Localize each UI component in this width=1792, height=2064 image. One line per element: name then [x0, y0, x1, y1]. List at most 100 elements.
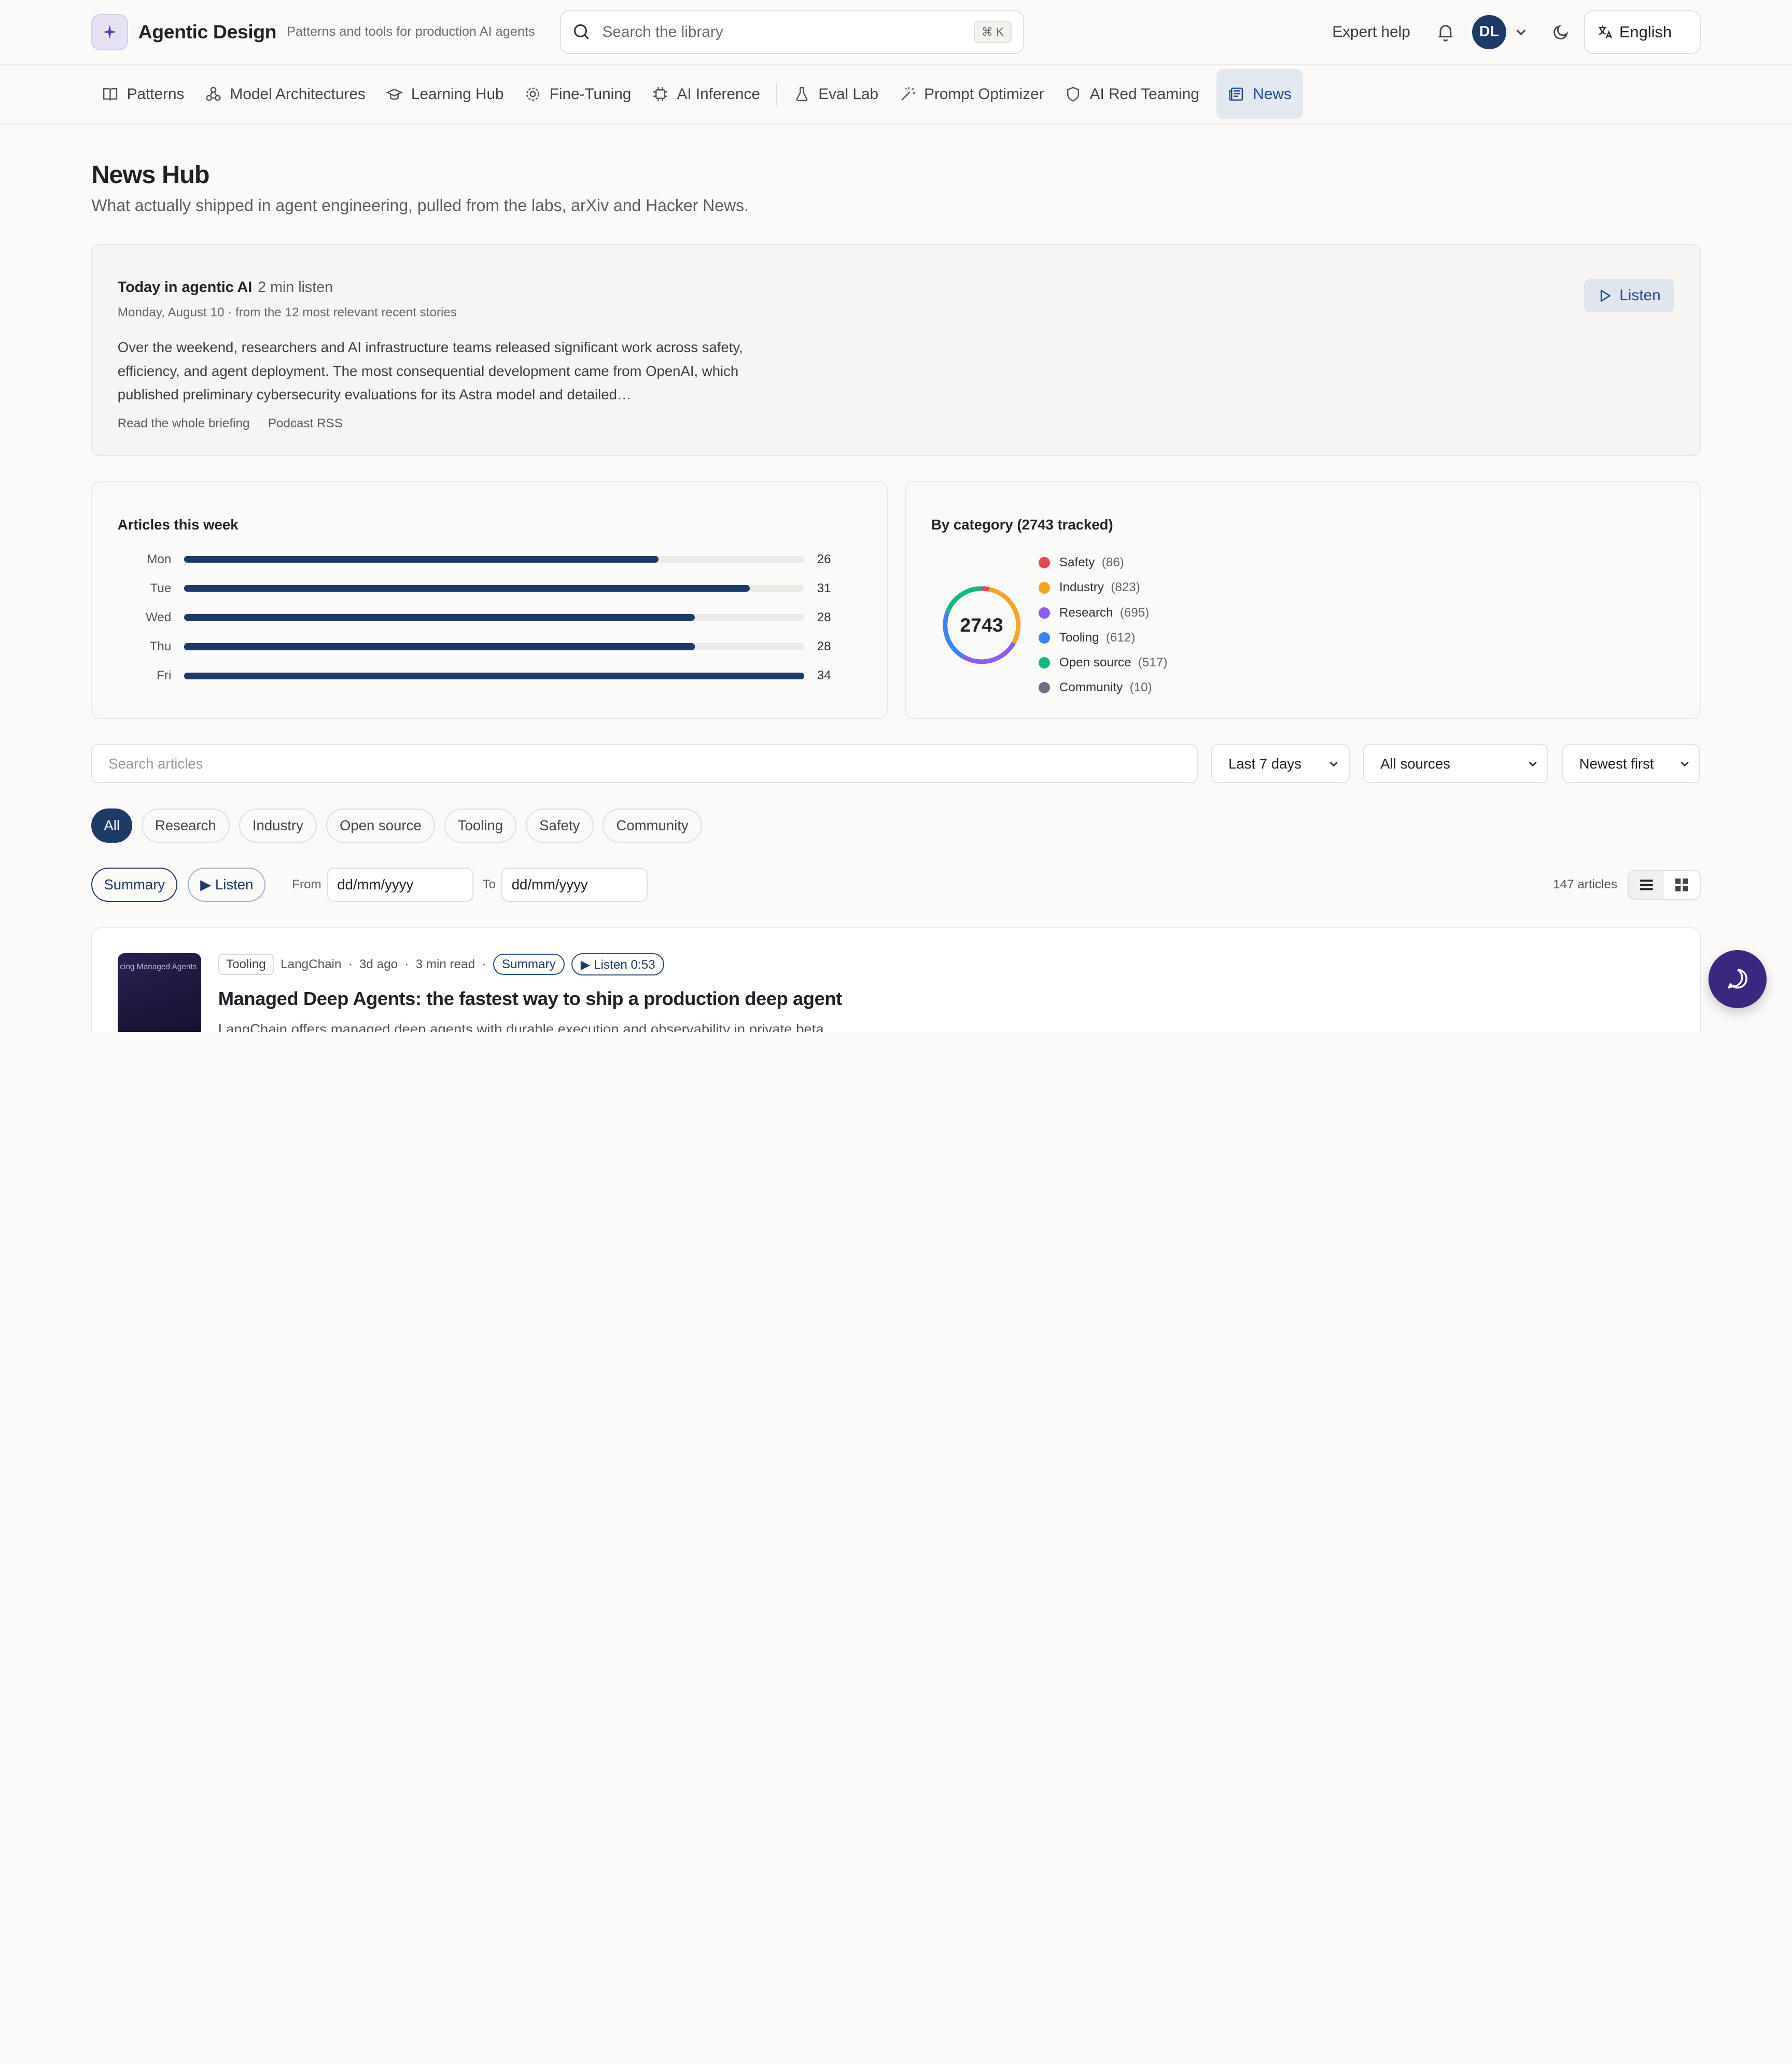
- network-icon: [206, 87, 221, 101]
- nav-label: AI Red Teaming: [1089, 85, 1199, 103]
- legend-item: Tooling (612): [1039, 625, 1167, 650]
- avatar[interactable]: DL: [1472, 15, 1506, 49]
- article-search-input[interactable]: Search articles: [91, 744, 1198, 784]
- listen-button[interactable]: Listen: [1584, 278, 1675, 312]
- weekly-bars: Mon 26 Tue 31 Wed 28 Thu 28 Fri 34: [118, 545, 862, 690]
- weekly-title: Articles this week: [117, 517, 239, 533]
- legend-name: Research: [1059, 605, 1113, 620]
- from-date-input[interactable]: dd/mm/yyyy: [327, 868, 473, 902]
- nav-label: News: [1253, 85, 1292, 103]
- wand-icon: [901, 87, 915, 101]
- chip-research[interactable]: Research: [141, 808, 230, 843]
- nav-ai-red-teaming[interactable]: AI Red Teaming: [1054, 69, 1209, 119]
- view-toggle: [1627, 870, 1701, 900]
- legend-name: Open source: [1059, 655, 1131, 670]
- search-placeholder: Search the library: [602, 23, 723, 40]
- to-date-input[interactable]: dd/mm/yyyy: [501, 868, 648, 902]
- bar-value: 28: [817, 610, 831, 624]
- legend-dot: [1039, 582, 1051, 594]
- stats-row: Articles this week Mon 26 Tue 31 Wed 28 Thu 28 F…: [91, 481, 1701, 719]
- nav-model-architectures[interactable]: Model Architectures: [194, 69, 375, 119]
- nav-patterns[interactable]: Patterns: [91, 69, 194, 119]
- date-range-select[interactable]: Last 7 days: [1211, 744, 1350, 784]
- chat-bubble-icon: [1728, 969, 1748, 989]
- chevron-down-icon[interactable]: [1513, 24, 1529, 40]
- list-view-button[interactable]: [1628, 871, 1664, 899]
- to-label: To: [482, 877, 496, 892]
- article-card[interactable]: cing Managed Agents Tooling LangChain · …: [91, 927, 1701, 1033]
- legend-item: Community (10): [1039, 675, 1167, 700]
- chip-icon: [653, 87, 667, 102]
- brand-name[interactable]: Agentic Design: [138, 21, 277, 43]
- nav-ai-inference[interactable]: AI Inference: [641, 69, 771, 119]
- newspaper-icon: [1229, 88, 1243, 101]
- nav-fine-tuning[interactable]: Fine-Tuning: [514, 69, 641, 119]
- gear-icon: [526, 88, 540, 101]
- listen-label: Listen: [1619, 286, 1661, 304]
- expert-help-link[interactable]: Expert help: [1332, 23, 1410, 41]
- chip-open-source[interactable]: Open source: [326, 808, 435, 843]
- shield-icon: [1067, 87, 1080, 102]
- bar-value: 26: [817, 552, 831, 566]
- article-tag[interactable]: Tooling: [218, 954, 274, 975]
- legend-name: Community: [1059, 680, 1123, 694]
- grid-view-button[interactable]: [1664, 871, 1700, 899]
- nav-prompt-optimizer[interactable]: Prompt Optimizer: [889, 69, 1055, 119]
- chip-safety[interactable]: Safety: [525, 808, 594, 843]
- bar-day-label: Fri: [157, 668, 172, 683]
- article-listen-button[interactable]: ▶ Listen 0:53: [571, 953, 665, 976]
- top-bar: Agentic Design Patterns and tools for pr…: [0, 0, 1792, 65]
- main-nav: Patterns Model Architectures Learning Hu…: [0, 65, 1792, 125]
- bar-value: 34: [817, 668, 831, 683]
- briefing-body: Over the weekend, researchers and AI inf…: [117, 339, 743, 402]
- chat-button[interactable]: [1708, 950, 1767, 1008]
- bell-icon[interactable]: [1435, 22, 1456, 43]
- main-content: News Hub What actually shipped in agent …: [0, 160, 1792, 1033]
- bar-track: [184, 643, 805, 650]
- bar-fill: [184, 614, 695, 621]
- nav-label: Eval Lab: [818, 85, 879, 103]
- bar-day-label: Thu: [149, 639, 172, 654]
- bar-track: [184, 555, 805, 563]
- legend-dot: [1039, 557, 1051, 569]
- library-search[interactable]: Search the library ⌘ K: [560, 10, 1024, 54]
- bar-fill: [184, 585, 750, 592]
- source-select[interactable]: All sources: [1363, 744, 1549, 784]
- bar-fill: [184, 555, 659, 563]
- toolbar-row: Summary ▶ Listen From dd/mm/yyyy To dd/m…: [91, 868, 1701, 902]
- podcast-rss-link[interactable]: Podcast RSS: [268, 416, 343, 430]
- briefing-meta: Monday, August 10 · from the 12 most rel…: [117, 305, 457, 319]
- read-briefing-link[interactable]: Read the whole briefing: [118, 416, 250, 430]
- nav-divider: [776, 82, 777, 106]
- article-title[interactable]: Managed Deep Agents: the fastest way to …: [218, 988, 843, 1010]
- chip-community[interactable]: Community: [603, 808, 702, 843]
- bar-track: [184, 672, 805, 679]
- legend-item: Safety (86): [1039, 550, 1167, 575]
- nav-news[interactable]: News: [1216, 69, 1303, 120]
- play-icon: [1601, 289, 1611, 302]
- article-body: Tooling LangChain · 3d ago · 3 min read …: [218, 953, 842, 1032]
- meta-separator: ·: [404, 957, 409, 971]
- page-subtitle: What actually shipped in agent engineeri…: [91, 196, 749, 215]
- article-summary-button[interactable]: Summary: [493, 954, 565, 975]
- moon-icon[interactable]: [1552, 23, 1570, 41]
- language-select[interactable]: English: [1584, 10, 1701, 54]
- nav-eval-lab[interactable]: Eval Lab: [783, 69, 889, 119]
- nav-label: Learning Hub: [411, 85, 504, 103]
- bar-day-label: Mon: [147, 552, 172, 566]
- sort-select[interactable]: Newest first: [1562, 744, 1701, 784]
- date-range-value: Last 7 days: [1228, 755, 1301, 772]
- briefing-title-text: Today in agentic AI: [117, 278, 253, 296]
- meta-separator: ·: [482, 957, 486, 971]
- summary-toggle[interactable]: Summary: [91, 868, 178, 902]
- logo[interactable]: [91, 13, 128, 51]
- sort-value: Newest first: [1579, 755, 1654, 772]
- page-title: News Hub: [91, 160, 209, 189]
- chip-all[interactable]: All: [91, 808, 132, 843]
- chevron-down-icon: [1329, 761, 1338, 766]
- chip-industry[interactable]: Industry: [239, 808, 317, 843]
- nav-learning-hub[interactable]: Learning Hub: [376, 69, 514, 119]
- chip-tooling[interactable]: Tooling: [444, 808, 517, 843]
- listen-toggle[interactable]: ▶ Listen: [188, 868, 266, 902]
- bar-fill: [184, 643, 695, 650]
